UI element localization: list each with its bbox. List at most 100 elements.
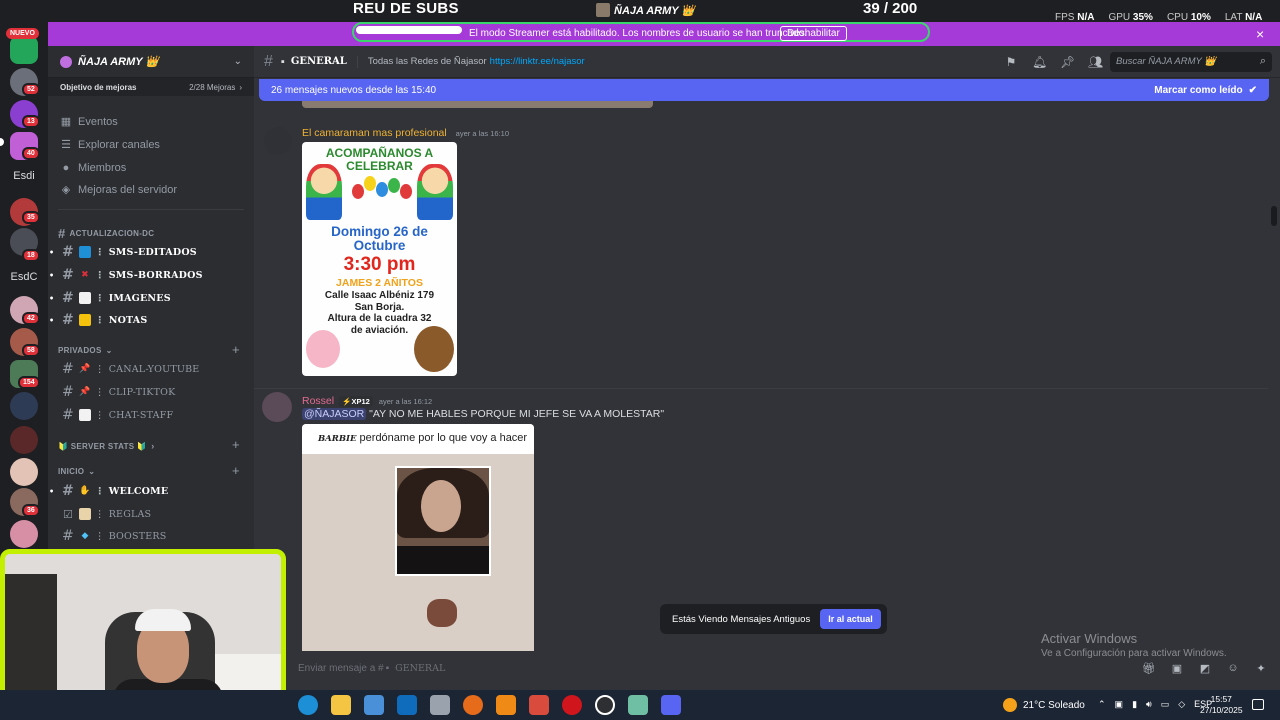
channel-reglas[interactable]: ☑ ⋮ REGLAS [48,504,254,524]
add-channel-icon[interactable]: + [232,437,240,452]
unread-dot: • [49,247,55,257]
category-server-stats[interactable]: 🔰 SERVER STATS 🔰 › [58,441,155,451]
hash-icon: # [264,52,273,70]
jump-to-present-button[interactable]: Ir al actual [820,609,881,629]
new-messages-bar[interactable]: 26 mensajes nuevos desde las 15:40 Marca… [259,79,1269,101]
clown-illustration [417,164,453,220]
mark-as-read-button[interactable]: Marcar como leído ✔ [1154,85,1257,96]
weather-widget[interactable]: 21°C Soleado [1003,698,1085,712]
emoji-icon[interactable]: ☺ [1226,662,1240,676]
nav-events[interactable]: ▦ Eventos [60,116,118,128]
message-list: El camaraman mas profesional ayer a las … [254,101,1268,651]
opera-icon[interactable] [562,695,582,715]
server-header[interactable]: ÑAJA ARMY 👑 ⌄ [48,46,254,78]
apps-icon[interactable]: ✦ [1254,662,1268,676]
members-list-icon[interactable]: 👥︎ [1088,55,1103,69]
hash-icon: # [62,290,74,306]
file-explorer-icon[interactable] [331,695,351,715]
scrollbar-thumb[interactable] [1271,206,1277,226]
network-icon[interactable]: ◇ [1178,699,1185,710]
server-icon[interactable] [10,392,38,420]
boost-goal[interactable]: Objetivo de mejoras 2/28 Mejoras › [48,78,254,96]
channel-boosters[interactable]: # ◆ ⋮ BOOSTERS [48,526,254,546]
activate-windows-title: Activar Windows [1041,631,1138,646]
server-text-icon[interactable]: EsdC [6,271,42,283]
search-icon: ⌕ [1259,55,1266,67]
threads-icon[interactable]: ⚑ [1004,55,1018,69]
clock[interactable]: 15:57 27/10/2025 [1200,694,1243,716]
store-icon[interactable] [364,695,384,715]
hash-icon: # [62,361,74,377]
category-actualizacion[interactable]: # ACTUALIZACION-DC [58,226,154,241]
server-icon[interactable] [10,520,38,548]
disable-streamer-button[interactable]: Deshabilitar [780,26,847,41]
search-input[interactable]: Buscar ÑAJA ARMY 👑 ⌕ [1110,52,1272,72]
nav-browse-channels[interactable]: ☰ Explorar canales [60,139,160,151]
subs-goal-brand-label: ÑAJA ARMY 👑 [614,4,696,17]
mark-as-read-label: Marcar como leído [1154,84,1243,96]
channel-sms-borrados[interactable]: • # ✖ ⋮ SMS-BORRADOS [48,265,254,285]
discord-icon[interactable] [661,695,681,715]
channel-chat-staff[interactable]: # ⋮ CHAT-STAFF [48,405,254,425]
avatar[interactable] [262,392,292,422]
notepad-icon[interactable] [628,695,648,715]
xp-tag: ⚡XP12 [339,395,373,407]
category-inicio[interactable]: INICIO ⌄ [58,467,95,476]
outlook-icon[interactable] [397,695,417,715]
subs-goal-count: 39 / 200 [863,0,918,17]
add-channel-icon[interactable]: + [232,342,240,357]
channel-clip-tiktok[interactable]: # 📌 ⋮ CLIP-TIKTOK [48,382,254,402]
nav-members[interactable]: ● Miembros [60,162,127,174]
tray-app-icon[interactable]: ▣ [1115,699,1124,710]
nav-server-boosts[interactable]: ◈ Mejoras del servidor [60,184,177,196]
gif-icon[interactable]: ▣ [1170,662,1184,676]
message-input[interactable]: Enviar mensaje a # ▪ GENERAL [298,656,1270,680]
obs-icon[interactable] [595,695,615,715]
divider [356,55,358,68]
channel-welcome[interactable]: • # ✋ ⋮ WELCOME [48,481,254,501]
server-text-icon[interactable]: Esdi [6,170,42,182]
sticker-icon[interactable]: ◩ [1198,662,1212,676]
previous-image-attachment[interactable] [302,101,653,108]
notifications-icon[interactable] [1252,699,1264,710]
app-icon[interactable] [529,695,549,715]
author-name[interactable]: Rossel [302,395,334,407]
edge-icon[interactable] [298,695,318,715]
app-icon[interactable] [430,695,450,715]
volume-icon[interactable]: 🔊︎ [1146,699,1152,710]
firefox-icon[interactable] [463,695,483,715]
author-name[interactable]: El camaraman mas profesional [302,127,447,139]
gift-icon[interactable]: 🎁︎ [1142,662,1156,676]
channel-imagenes[interactable]: • # ⋮ IMAGENES [48,288,254,308]
channel-notas[interactable]: • # ⋮ NOTAS [48,310,254,330]
bell-icon[interactable]: 🔔︎ [1032,55,1047,69]
server-icon[interactable] [10,458,38,486]
close-banner-icon[interactable]: × [1256,26,1264,42]
home-server-icon[interactable] [10,36,38,64]
hash-icon: # [62,384,74,400]
tray-app-icon[interactable]: ▮ [1132,699,1137,710]
chevron-down-icon[interactable]: ⌄ [234,56,242,67]
topic-link[interactable]: https://linktr.ee/najasor [490,56,585,67]
pin-icon[interactable]: 📌︎ [1060,55,1075,69]
vlc-icon[interactable] [496,695,516,715]
display-icon[interactable]: ▭ [1161,699,1170,710]
avatar[interactable] [264,127,292,155]
channel-canal-youtube[interactable]: # 📌 ⋮ CANAL-YOUTUBE [48,359,254,379]
channel-label: WELCOME [108,485,169,497]
hash-icon: # [58,226,66,241]
mention-badge: 35 [22,211,40,224]
clock-time: 15:57 [1210,694,1232,704]
chevron-up-icon[interactable]: ⌃ [1098,699,1106,710]
image-attachment-invitation[interactable]: ACOMPAÑANOS A CELEBRAR Domingo 26 de Oct… [302,142,457,376]
server-icon[interactable] [10,426,38,454]
balloon-icon [376,182,388,197]
channel-sms-editados[interactable]: • # ⋮ SMS-EDITADOS [48,242,254,262]
pin-icon: 📌 [79,387,91,397]
add-channel-icon[interactable]: + [232,463,240,478]
scroll-icon [79,508,91,520]
category-privados[interactable]: PRIVADOS ⌄ [58,346,113,355]
chevron-down-icon: ⌄ [105,346,113,355]
user-mention[interactable]: @ÑAJASOR [302,408,367,420]
image-attachment-meme[interactable]: BARBIE perdóname por lo que voy a hacer [302,424,534,651]
